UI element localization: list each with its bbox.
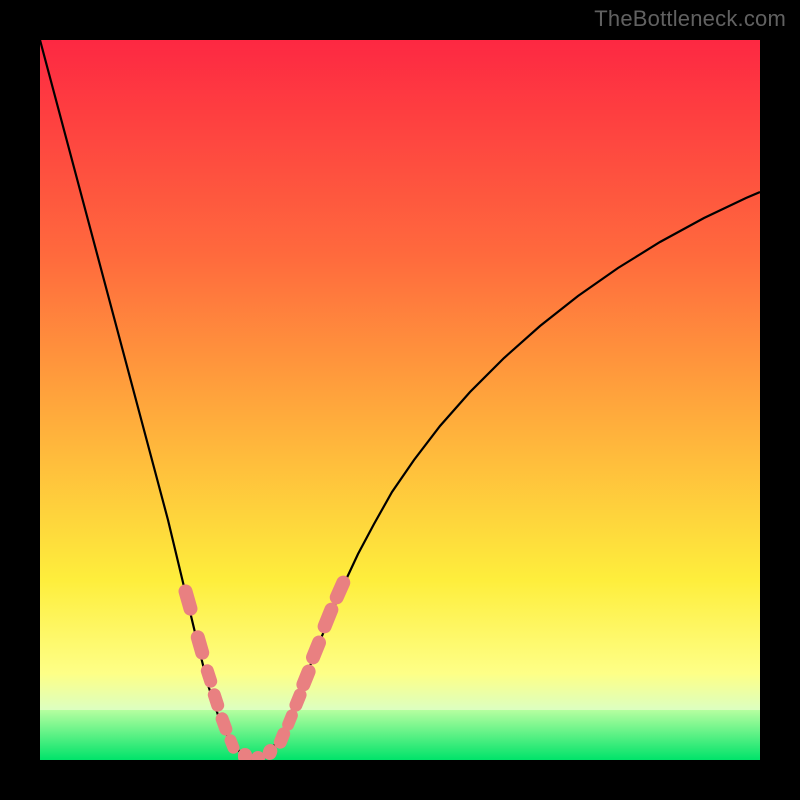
chart-frame: TheBottleneck.com	[0, 0, 800, 800]
bottleneck-curve	[40, 40, 760, 760]
data-marker	[238, 748, 252, 760]
watermark-text: TheBottleneck.com	[594, 6, 786, 32]
plot-area	[40, 40, 760, 760]
